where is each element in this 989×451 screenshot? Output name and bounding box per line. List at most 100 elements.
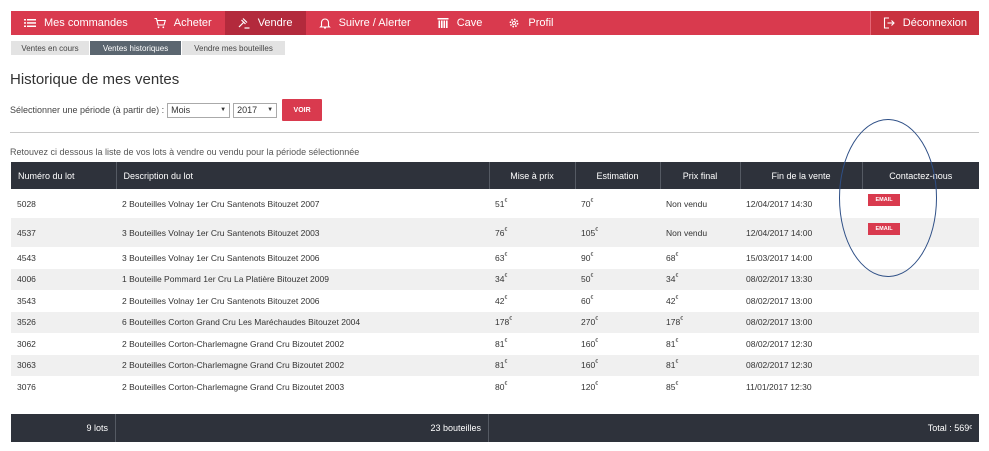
email-button[interactable]: EMAIL (868, 223, 900, 235)
cell-mise-a-prix: 42€ (489, 290, 575, 312)
col-header-fin-vente: Fin de la vente (740, 162, 863, 189)
month-select[interactable]: Mois ▼ (167, 102, 231, 118)
cellar-icon (437, 17, 449, 29)
nav-mes-commandes[interactable]: Mes commandes (11, 11, 141, 35)
currency-symbol: € (590, 273, 594, 280)
cell-mise-a-prix: 34€ (489, 268, 575, 290)
currency-symbol: € (595, 380, 598, 387)
nav-label: Acheter (173, 17, 212, 29)
cell-fin-vente: 11/01/2017 12:30 (740, 376, 862, 398)
cell-mise-a-prix: 76€ (489, 218, 575, 247)
table-row: 4543 3 Bouteilles Volnay 1er Cru Santenot… (11, 247, 979, 269)
currency-symbol: € (504, 251, 508, 258)
nav-cave[interactable]: Cave (424, 11, 496, 35)
year-select[interactable]: 2017 ▼ (233, 102, 278, 118)
nav-vendre[interactable]: Vendre (224, 11, 306, 35)
tab-ventes-historiques[interactable]: Ventes historiques (90, 41, 181, 55)
intro-text: Retouvez ci dessous la liste de vos lots… (10, 147, 360, 157)
cell-fin-vente: 08/02/2017 12:30 (740, 333, 862, 355)
cell-lot-value: 5028 (17, 198, 36, 209)
gavel-icon (238, 17, 250, 29)
nav-profil[interactable]: Profil (495, 11, 566, 35)
period-selector: Sélectionner une période (à partir de) :… (10, 99, 323, 121)
bell-icon (318, 17, 331, 29)
logout-label: Déconnexion (902, 17, 967, 29)
footer-lots: 9 lots (11, 414, 116, 442)
cell-mise-a-prix: 178€ (489, 311, 575, 333)
table-row: 4006 1 Bouteille Pommard 1er Cru La Plati… (11, 268, 979, 290)
cell-prix-final: 81€ (660, 333, 740, 355)
cell-lot: 3063 (11, 354, 116, 376)
tab-ventes-en-cours[interactable]: Ventes en cours (11, 41, 89, 55)
cell-description: 6 Bouteilles Corton Grand Cru Les Maréch… (116, 311, 489, 333)
cell-mise-a-prix: 81€ (489, 333, 575, 355)
currency-symbol: € (504, 197, 508, 204)
cell-description-value: 2 Bouteilles Corton-Charlemagne Grand Cr… (122, 338, 345, 349)
nav-suivre-alerter[interactable]: Suivre / Alerter (306, 11, 424, 35)
col-header-prix-final: Prix final (660, 162, 741, 189)
cell-estimation: 70€ (575, 189, 660, 218)
col-header-description: Description du lot (116, 162, 490, 189)
cell-description: 2 Bouteilles Corton-Charlemagne Grand Cr… (116, 333, 489, 355)
cell-description: 2 Bouteilles Volnay 1er Cru Santenots Bi… (116, 189, 489, 218)
cell-estimation: 270€ (575, 311, 660, 333)
cell-fin-vente: 12/04/2017 14:00 (740, 218, 862, 247)
col-header-contact: Contactez-nous (862, 162, 979, 189)
cell-lot-value: 3063 (17, 360, 36, 371)
logout-icon (883, 17, 895, 29)
gear-icon (508, 17, 520, 29)
cell-estimation: 90€ (575, 247, 660, 269)
cell-lot: 3543 (11, 290, 116, 312)
currency-symbol: € (590, 294, 594, 301)
table-row: 3076 2 Bouteilles Corton-Charlemagne Gran… (11, 376, 979, 398)
cell-contact (862, 311, 979, 333)
cell-description: 2 Bouteilles Volnay 1er Cru Santenots Bi… (116, 290, 489, 312)
cell-lot: 5028 (11, 189, 116, 218)
cell-prix-final: 34€ (660, 268, 740, 290)
table-row: 3063 2 Bouteilles Corton-Charlemagne Gran… (11, 354, 979, 376)
logout-button[interactable]: Déconnexion (869, 11, 979, 35)
cell-fin-vente-value: 15/03/2017 14:00 (746, 252, 813, 263)
currency-symbol: € (675, 273, 679, 280)
currency-symbol: € (509, 316, 512, 323)
cell-description-value: 3 Bouteilles Volnay 1er Cru Santenots Bi… (122, 252, 320, 263)
cell-fin-vente-value: 12/04/2017 14:30 (746, 198, 813, 209)
currency-symbol: € (675, 380, 679, 387)
cell-lot: 3062 (11, 333, 116, 355)
cell-estimation-value: 160 (581, 338, 596, 349)
cell-fin-vente-value: 12/04/2017 14:00 (746, 227, 813, 238)
currency-symbol: € (504, 337, 508, 344)
tab-vendre-mes-bouteilles[interactable]: Vendre mes bouteilles (182, 41, 285, 55)
cell-description-value: 2 Bouteilles Corton-Charlemagne Grand Cr… (122, 381, 345, 392)
col-header-estimation: Estimation (575, 162, 661, 189)
col-header-mise-a-prix: Mise à prix (489, 162, 576, 189)
table-row: 3543 2 Bouteilles Volnay 1er Cru Santenot… (11, 290, 979, 312)
email-button[interactable]: EMAIL (868, 194, 900, 206)
cell-estimation-value: 270 (581, 317, 596, 328)
nav-label: Mes commandes (44, 17, 128, 29)
currency-symbol: € (969, 425, 972, 431)
page-title: Historique de mes ventes (10, 71, 180, 88)
cell-lot: 3526 (11, 311, 116, 333)
sub-nav: Ventes en cours Ventes historiques Vendr… (11, 41, 286, 55)
voir-button[interactable]: VOIR (282, 99, 323, 121)
cell-lot: 3076 (11, 376, 116, 398)
cell-fin-vente-value: 08/02/2017 12:30 (746, 338, 813, 349)
top-nav: Mes commandes Acheter Vendre Suivre / Al… (11, 11, 979, 35)
cell-lot: 4006 (11, 268, 116, 290)
cell-contact: EMAIL (862, 189, 979, 218)
month-value: Mois (171, 105, 191, 115)
currency-symbol: € (675, 359, 679, 366)
cell-contact (862, 290, 979, 312)
footer-total: Total : 569 € (489, 414, 979, 442)
cell-prix-final: 178€ (660, 311, 740, 333)
cell-prix-final-value: 178 (666, 317, 681, 328)
cell-contact (862, 247, 979, 269)
cell-contact: EMAIL (862, 218, 979, 247)
nav-acheter[interactable]: Acheter (141, 11, 225, 35)
currency-symbol: € (504, 226, 508, 233)
currency-symbol: € (590, 251, 594, 258)
cell-lot-value: 3543 (17, 295, 36, 306)
cell-mise-a-prix: 80€ (489, 376, 575, 398)
chevron-down-icon: ▼ (267, 107, 274, 113)
